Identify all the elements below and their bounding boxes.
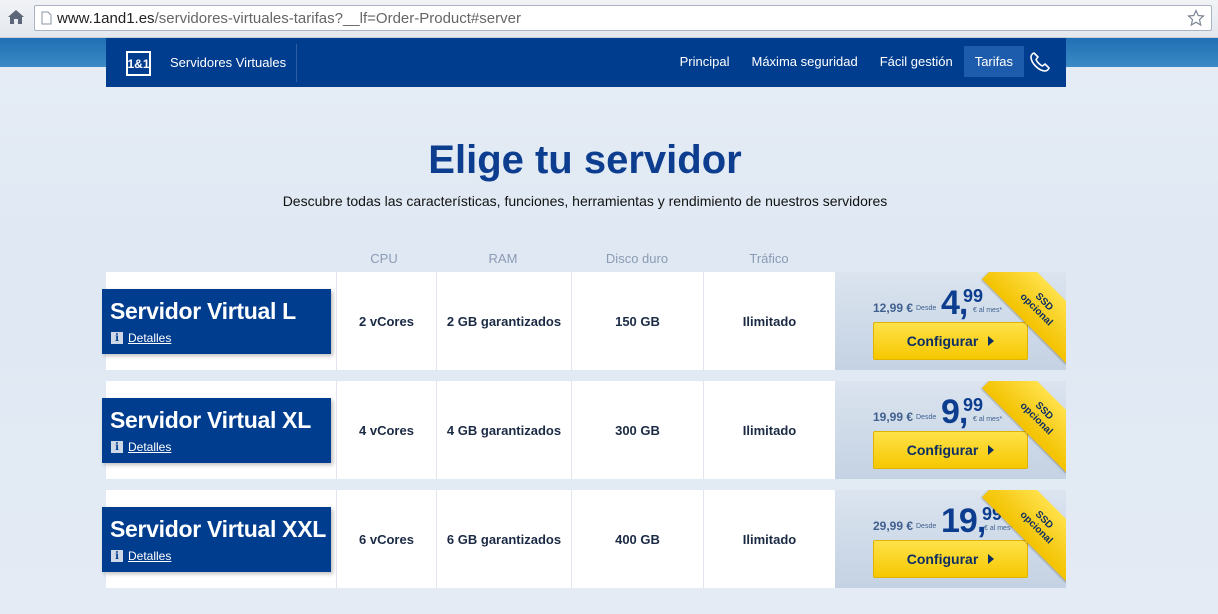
info-icon: i: [111, 441, 123, 453]
plan-name-box: Servidor Virtual XXL i Detalles: [102, 507, 331, 572]
configurar-button[interactable]: Configurar: [873, 431, 1028, 469]
nav-divider: [296, 44, 297, 82]
info-icon: i: [111, 332, 123, 344]
address-url[interactable]: www.1and1.es/servidores-virtuales-tarifa…: [57, 10, 521, 27]
details-link[interactable]: i Detalles: [111, 440, 171, 454]
plan-row: Servidor Virtual XXL i Detalles 6 vCores…: [102, 490, 1066, 588]
configurar-label: Configurar: [906, 551, 979, 567]
plan-row: Servidor Virtual XL i Detalles 4 vCores …: [102, 381, 1066, 479]
old-price: 19,99 €: [873, 410, 914, 424]
price-cents: 99: [963, 395, 984, 415]
arrow-right-icon: [988, 554, 995, 564]
configurar-button[interactable]: Configurar: [873, 322, 1028, 360]
plan-disk: 300 GB: [571, 381, 703, 479]
page-icon: [35, 11, 57, 25]
price-panel: 19,99 € Desde 9, 99 € al mes* Configurar…: [835, 381, 1066, 479]
plan-cpu: 2 vCores: [336, 272, 436, 370]
url-path: /servidores-virtuales-tarifas?__lf=Order…: [154, 9, 521, 27]
plan-ram: 6 GB garantizados: [436, 490, 571, 588]
desde-label: Desde: [916, 414, 937, 421]
plan-cpu: 4 vCores: [336, 381, 436, 479]
info-icon: i: [111, 550, 123, 562]
plan-disk: 150 GB: [571, 272, 703, 370]
details-link[interactable]: i Detalles: [111, 549, 171, 563]
url-host: www.1and1.es: [57, 9, 155, 27]
details-label: Detalles: [128, 440, 172, 454]
plan-traffic: Ilimitado: [703, 272, 835, 370]
old-price: 29,99 €: [873, 519, 914, 533]
page-title: Elige tu servidor: [428, 138, 742, 182]
plan-ram: 4 GB garantizados: [436, 381, 571, 479]
configurar-label: Configurar: [906, 442, 979, 458]
plan-traffic: Ilimitado: [703, 381, 835, 479]
nav-item-tarifas[interactable]: Tarifas: [963, 46, 1024, 77]
desde-label: Desde: [916, 305, 937, 312]
plan-name-box: Servidor Virtual L i Detalles: [102, 289, 331, 354]
plan-disk: 400 GB: [571, 490, 703, 588]
column-header-ram: RAM: [488, 251, 518, 266]
per-month-label: € al mes*: [984, 525, 1014, 532]
old-price: 12,99 €: [873, 301, 914, 315]
per-month-label: € al mes*: [973, 307, 1003, 314]
phone-icon[interactable]: [1028, 50, 1052, 74]
column-header-traffic: Tráfico: [749, 251, 789, 266]
arrow-right-icon: [988, 336, 995, 346]
nav-item-maxima-seguridad[interactable]: Máxima seguridad: [741, 46, 869, 77]
price-panel: 12,99 € Desde 4, 99 € al mes* Configurar…: [835, 272, 1066, 370]
home-icon[interactable]: [6, 7, 26, 27]
details-label: Detalles: [128, 549, 172, 563]
nav-menu: Principal Máxima seguridad Fácil gestión…: [669, 46, 1052, 77]
address-bar[interactable]: www.1and1.es/servidores-virtuales-tarifa…: [34, 5, 1212, 31]
configurar-label: Configurar: [906, 333, 979, 349]
plan-name: Servidor Virtual XXL: [110, 516, 326, 542]
per-month-label: € al mes*: [973, 416, 1003, 423]
plan-name: Servidor Virtual XL: [110, 407, 311, 433]
site-navbar: 1&1 Servidores Virtuales Principal Máxim…: [106, 38, 1066, 87]
plan-name: Servidor Virtual L: [110, 298, 296, 324]
nav-item-principal[interactable]: Principal: [669, 46, 741, 77]
nav-item-facil-gestion[interactable]: Fácil gestión: [869, 46, 964, 77]
plan-name-box: Servidor Virtual XL i Detalles: [102, 398, 331, 463]
plan-row: Servidor Virtual L i Detalles 2 vCores 2…: [102, 272, 1066, 370]
price-cents: 99: [963, 286, 984, 306]
browser-toolbar: www.1and1.es/servidores-virtuales-tarifa…: [0, 0, 1218, 38]
column-header-cpu: CPU: [370, 251, 398, 266]
column-header-disk: Disco duro: [605, 251, 669, 266]
bookmark-star-icon[interactable]: [1187, 9, 1205, 32]
price-integer: 19,: [941, 502, 986, 540]
page-subtitle: Descubre todas las características, func…: [282, 193, 888, 209]
desde-label: Desde: [916, 523, 937, 530]
plan-ram: 2 GB garantizados: [436, 272, 571, 370]
details-label: Detalles: [128, 331, 172, 345]
configurar-button[interactable]: Configurar: [873, 540, 1028, 578]
brand-title[interactable]: Servidores Virtuales: [170, 55, 286, 70]
plan-cpu: 6 vCores: [336, 490, 436, 588]
plan-traffic: Ilimitado: [703, 490, 835, 588]
logo[interactable]: 1&1: [126, 51, 151, 76]
price-panel: 29,99 € Desde 19, 99 € al mes* Configura…: [835, 490, 1066, 588]
details-link[interactable]: i Detalles: [111, 331, 171, 345]
arrow-right-icon: [988, 445, 995, 455]
